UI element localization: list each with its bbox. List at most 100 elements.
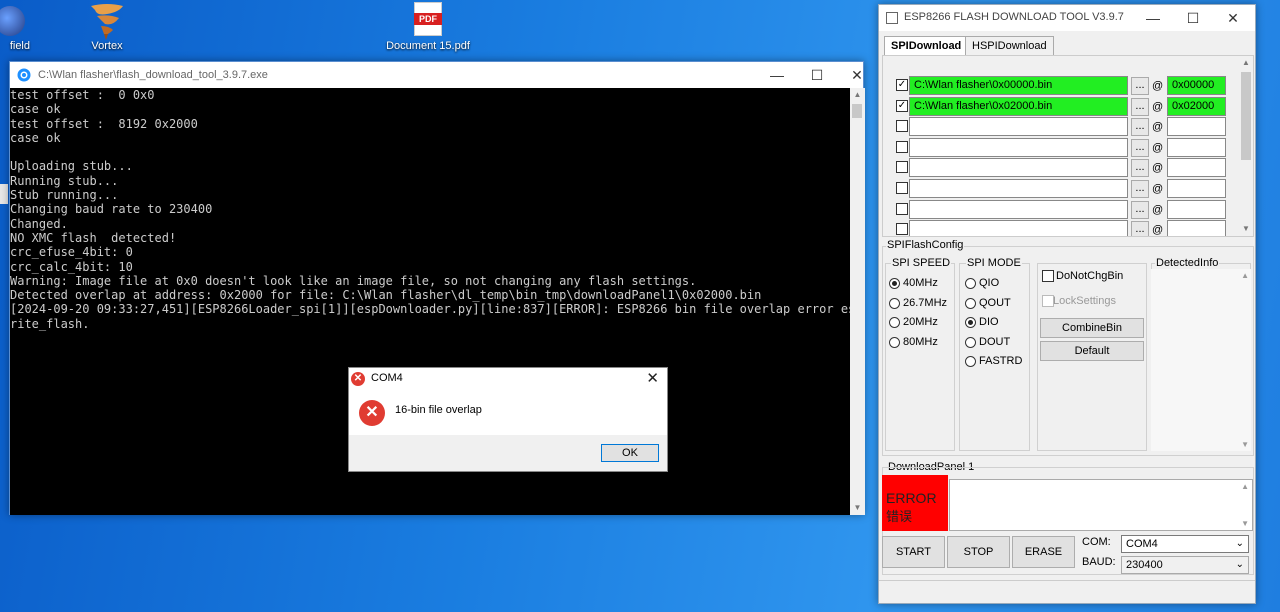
desktop-icon-document[interactable]: PDF Document 15.pdf <box>378 0 478 52</box>
spi-mode-radio[interactable] <box>965 336 976 348</box>
browse-button[interactable]: ... <box>1131 77 1149 95</box>
close-icon[interactable]: ✕ <box>837 62 877 88</box>
spi-speed-option-label: 20MHz <box>903 316 938 329</box>
close-icon[interactable]: ✕ <box>1213 5 1253 31</box>
spi-mode-radio[interactable] <box>965 297 976 309</box>
file-enable-checkbox[interactable]: ✓ <box>896 99 908 112</box>
baud-value: 230400 <box>1126 559 1163 571</box>
file-list: ✓ C:\Wlan flasher\0x00000.bin... @0x00000 ✓… <box>882 55 1254 237</box>
default-button[interactable]: Default <box>1040 341 1144 361</box>
file-path-input[interactable] <box>909 199 1128 219</box>
file-enable-checkbox[interactable] <box>896 120 908 133</box>
com-select[interactable]: COM4 ⌄ <box>1121 535 1249 553</box>
tool-title: ESP8266 FLASH DOWNLOAD TOOL V3.9.7 <box>904 11 1124 23</box>
console-title: C:\Wlan flasher\flash_download_tool_3.9.… <box>38 69 268 81</box>
minimize-icon[interactable]: — <box>1133 5 1173 31</box>
browse-button[interactable]: ... <box>1131 180 1149 198</box>
spi-speed-radio[interactable] <box>889 297 900 309</box>
maximize-icon[interactable]: ☐ <box>1173 5 1213 31</box>
file-enable-checkbox[interactable] <box>896 161 908 174</box>
file-row: ... @ <box>883 137 1239 158</box>
file-address-input[interactable] <box>1167 179 1226 198</box>
file-path-input[interactable] <box>909 158 1128 178</box>
file-list-scrollbar[interactable]: ▲ ▼ <box>1239 56 1253 236</box>
file-path-input[interactable]: C:\Wlan flasher\0x02000.bin <box>909 96 1128 116</box>
chevron-down-icon: ⌄ <box>1235 538 1244 549</box>
minimize-icon[interactable]: — <box>757 62 797 88</box>
scrollbar-thumb[interactable] <box>1241 72 1251 160</box>
tornado-icon <box>91 4 123 40</box>
scrollbar-thumb[interactable] <box>852 104 862 118</box>
browse-button[interactable]: ... <box>1131 221 1149 236</box>
dialog-close-icon[interactable]: ✕ <box>646 369 659 387</box>
tool-titlebar[interactable]: ESP8266 FLASH DOWNLOAD TOOL V3.9.7 — ☐ ✕ <box>879 5 1255 31</box>
com-label: COM: <box>1082 536 1111 548</box>
file-enable-checkbox[interactable] <box>896 202 908 215</box>
erase-button[interactable]: ERASE <box>1012 536 1075 568</box>
spi-speed-radio[interactable] <box>889 278 900 289</box>
file-address-input[interactable] <box>1167 137 1226 157</box>
scroll-up-icon[interactable]: ▲ <box>1241 482 1249 491</box>
ok-button[interactable]: OK <box>601 444 659 462</box>
scroll-down-icon[interactable]: ▼ <box>1239 222 1253 236</box>
error-dialog[interactable]: ✕ COM4 ✕ ✕ 16-bin file overlap OK <box>348 367 668 472</box>
stop-button[interactable]: STOP <box>947 536 1010 568</box>
file-row: ... @ <box>883 220 1239 236</box>
browse-button[interactable]: ... <box>1131 97 1149 116</box>
scroll-down-icon[interactable]: ▼ <box>850 501 865 515</box>
file-path-input[interactable]: C:\Wlan flasher\0x00000.bin <box>909 76 1128 95</box>
maximize-icon[interactable]: ☐ <box>797 62 837 88</box>
spi-mode-radio[interactable] <box>965 278 976 289</box>
dialog-message: 16-bin file overlap <box>395 404 482 416</box>
status-text-en: ERROR <box>886 490 937 506</box>
console-output: test offset : 0 0x0 case ok test offset … <box>10 88 865 331</box>
file-path-input[interactable] <box>909 179 1128 198</box>
file-path-input[interactable] <box>909 220 1128 236</box>
spi-speed-label: SPI SPEED <box>891 257 952 269</box>
file-enable-checkbox[interactable]: ✓ <box>896 79 908 91</box>
baud-select[interactable]: 230400 ⌄ <box>1121 556 1249 574</box>
scroll-up-icon[interactable]: ▲ <box>850 88 865 102</box>
scroll-down-icon[interactable]: ▼ <box>1241 519 1249 528</box>
console-scrollbar[interactable]: ▲ ▼ <box>850 88 865 515</box>
scroll-down-icon[interactable]: ▼ <box>1241 440 1249 449</box>
desktop-icon-field[interactable]: field <box>0 0 30 52</box>
file-path-input[interactable] <box>909 137 1128 157</box>
browse-button[interactable]: ... <box>1131 159 1149 178</box>
start-button[interactable]: START <box>882 536 945 568</box>
file-address-input[interactable] <box>1167 220 1226 236</box>
file-path-input[interactable] <box>909 117 1128 137</box>
desktop-icon-vortex[interactable]: Vortex <box>72 0 142 52</box>
file-address-input[interactable] <box>1167 199 1226 219</box>
desktop-icon-label: Vortex <box>91 40 123 52</box>
browse-button[interactable]: ... <box>1131 200 1149 219</box>
flash-tool-window[interactable]: ESP8266 FLASH DOWNLOAD TOOL V3.9.7 — ☐ ✕… <box>878 4 1256 604</box>
donotchgbin-checkbox[interactable] <box>1042 270 1054 282</box>
file-enable-checkbox[interactable] <box>896 140 908 153</box>
app-icon <box>886 12 898 24</box>
tab-spidownload[interactable]: SPIDownload <box>884 36 969 56</box>
file-enable-checkbox[interactable] <box>896 223 908 236</box>
partial-icon <box>0 184 8 204</box>
file-address-input[interactable] <box>1167 158 1226 178</box>
browse-button[interactable]: ... <box>1131 138 1149 157</box>
pdf-file-icon: PDF <box>414 2 442 36</box>
detected-info-box[interactable]: ▲ ▼ <box>1151 269 1251 451</box>
download-log-box[interactable]: ▲ ▼ <box>949 479 1253 531</box>
console-titlebar[interactable]: C:\Wlan flasher\flash_download_tool_3.9.… <box>10 62 863 88</box>
spi-mode-option-label: FASTRD <box>979 355 1023 368</box>
browse-button[interactable]: ... <box>1131 118 1149 137</box>
file-address-input[interactable]: 0x02000 <box>1167 96 1226 116</box>
scroll-up-icon[interactable]: ▲ <box>1241 271 1249 280</box>
at-label: @ <box>1152 203 1164 216</box>
at-label: @ <box>1152 121 1164 134</box>
spi-speed-option-label: 40MHz <box>903 277 938 289</box>
scroll-up-icon[interactable]: ▲ <box>1239 56 1253 70</box>
file-address-input[interactable]: 0x00000 <box>1167 76 1226 95</box>
file-enable-checkbox[interactable] <box>896 182 908 194</box>
file-address-input[interactable] <box>1167 117 1226 137</box>
combinebin-button[interactable]: CombineBin <box>1040 318 1144 338</box>
at-label: @ <box>1152 141 1164 154</box>
baud-label: BAUD: <box>1082 556 1116 568</box>
tab-hspidownload[interactable]: HSPIDownload <box>965 36 1054 56</box>
